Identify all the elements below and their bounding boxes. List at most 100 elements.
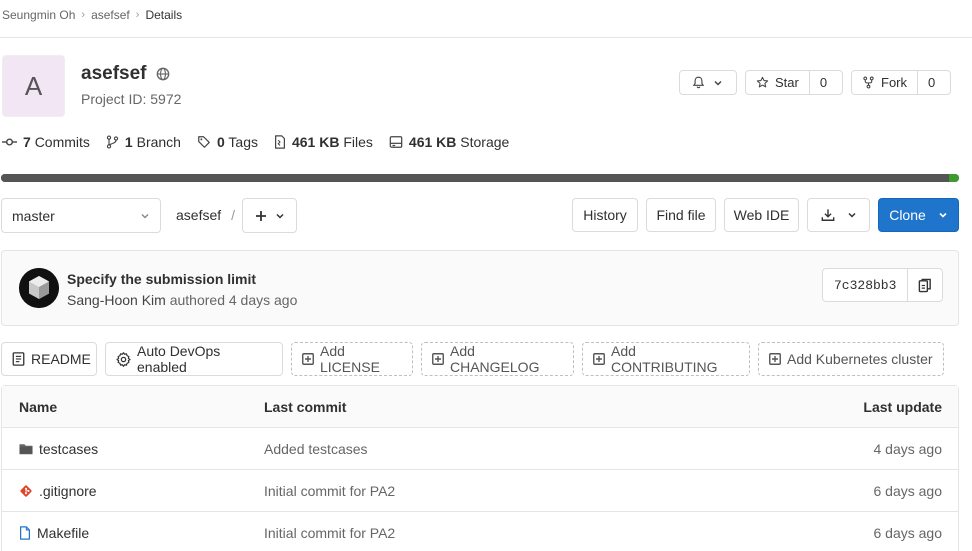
auto-devops-label: Auto DevOps enabled xyxy=(137,343,221,375)
branch-selector[interactable]: master xyxy=(1,198,161,233)
doc-icon xyxy=(12,352,25,366)
commit-author-link[interactable]: Sang-Hoon Kim xyxy=(67,292,166,308)
language-segment xyxy=(1,174,950,182)
branches-stat[interactable]: 1 Branch xyxy=(106,134,181,150)
project-avatar[interactable]: A xyxy=(2,55,65,117)
chevron-right-icon: › xyxy=(135,9,140,21)
copy-sha-button[interactable] xyxy=(907,269,942,301)
file-name-cell[interactable]: .gitignore xyxy=(19,470,97,512)
gear-icon xyxy=(116,351,131,367)
add-changelog-button[interactable]: Add CHANGELOG xyxy=(421,342,574,376)
tags-stat[interactable]: 0 Tags xyxy=(197,134,258,150)
copy-icon xyxy=(918,278,932,293)
chevron-right-icon: › xyxy=(81,9,86,21)
files-size: 461 KB xyxy=(291,134,340,150)
column-header-last-update: Last update xyxy=(863,399,942,415)
download-icon xyxy=(821,208,835,222)
commits-stat[interactable]: 7 Commits xyxy=(2,134,90,150)
fork-label: Fork xyxy=(881,75,907,90)
project-id: Project ID: 5972 xyxy=(81,91,182,107)
add-kubernetes-button[interactable]: Add Kubernetes cluster xyxy=(758,342,944,376)
star-button[interactable]: Star 0 xyxy=(745,70,843,95)
branch-icon xyxy=(106,135,119,149)
file-name[interactable]: Makefile xyxy=(37,525,89,541)
language-segment xyxy=(949,174,959,182)
commit-message-link[interactable]: Initial commit for PA2 xyxy=(264,512,395,551)
file-name[interactable]: .gitignore xyxy=(39,483,97,499)
add-to-tree-dropdown[interactable] xyxy=(242,198,297,233)
notification-dropdown[interactable] xyxy=(679,70,737,95)
star-icon xyxy=(756,76,769,89)
path-separator: / xyxy=(231,207,236,223)
fork-button[interactable]: Fork 0 xyxy=(851,70,951,95)
column-header-last-commit: Last commit xyxy=(264,399,347,415)
table-row[interactable]: testcases Added testcases 4 days ago xyxy=(2,428,958,470)
commit-title-link[interactable]: Specify the submission limit xyxy=(67,271,256,287)
commit-message-link[interactable]: Initial commit for PA2 xyxy=(264,470,395,512)
globe-icon xyxy=(156,67,170,81)
plus-square-icon xyxy=(593,353,605,365)
download-dropdown[interactable] xyxy=(807,198,870,232)
plus-icon xyxy=(255,210,267,222)
star-label: Star xyxy=(775,75,799,90)
breadcrumb-current[interactable]: Details xyxy=(145,8,182,22)
readme-button[interactable]: README xyxy=(1,342,97,376)
branches-label: Branch xyxy=(136,134,181,150)
storage-stat[interactable]: 461 KB Storage xyxy=(389,134,509,150)
auto-devops-button[interactable]: Auto DevOps enabled xyxy=(105,342,283,376)
commit-meta: Sang-Hoon Kim authored 4 days ago xyxy=(67,292,297,308)
last-update-time: 6 days ago xyxy=(873,525,943,541)
folder-icon xyxy=(19,443,33,455)
column-header-name: Name xyxy=(19,399,58,415)
repo-path: asefsef / xyxy=(176,207,235,223)
history-button[interactable]: History xyxy=(572,198,638,232)
bell-icon xyxy=(692,76,705,89)
readme-label: README xyxy=(31,351,91,367)
breadcrumb: Seungmin Oh › asefsef › Details xyxy=(2,8,182,22)
chevron-down-icon xyxy=(938,210,948,220)
table-row[interactable]: Makefile Initial commit for PA2 6 days a… xyxy=(2,512,958,551)
commit-sha-group: 7c328bb3 xyxy=(822,268,944,302)
file-name[interactable]: testcases xyxy=(39,441,98,457)
storage-size: 461 KB xyxy=(408,134,457,150)
project-title: asefsef xyxy=(81,63,170,85)
add-license-button[interactable]: Add LICENSE xyxy=(291,342,413,376)
project-name: asefsef xyxy=(81,63,147,84)
add-contributing-button[interactable]: Add CONTRIBUTING xyxy=(582,342,750,376)
commit-message-link[interactable]: Added testcases xyxy=(264,428,368,470)
add-changelog-label: Add CHANGELOG xyxy=(450,343,540,375)
find-file-button[interactable]: Find file xyxy=(646,198,716,232)
commit-author-avatar[interactable] xyxy=(19,268,59,308)
clone-label: Clone xyxy=(889,207,926,223)
last-update-time: 6 days ago xyxy=(873,483,943,499)
file-tree-table: Name Last commit Last update testcases A… xyxy=(1,385,959,551)
branches-count: 1 xyxy=(124,134,133,150)
chevron-down-icon xyxy=(140,211,150,221)
table-row[interactable]: .gitignore Initial commit for PA2 6 days… xyxy=(2,470,958,512)
last-commit-panel: Specify the submission limit Sang-Hoon K… xyxy=(1,250,959,326)
files-stat[interactable]: 461 KB Files xyxy=(274,134,373,150)
repository-languages-bar[interactable] xyxy=(1,174,959,182)
commits-count: 7 xyxy=(23,134,31,150)
clone-dropdown[interactable]: Clone xyxy=(878,198,959,232)
path-root-link[interactable]: asefsef xyxy=(176,207,221,223)
commit-sha[interactable]: 7c328bb3 xyxy=(823,269,907,301)
tag-icon xyxy=(197,135,211,149)
web-ide-button[interactable]: Web IDE xyxy=(724,198,799,232)
branch-name: master xyxy=(12,207,55,224)
commits-label: Commits xyxy=(34,134,90,150)
table-header: Name Last commit Last update xyxy=(2,386,958,428)
fork-count[interactable]: 0 xyxy=(917,71,945,94)
chevron-down-icon xyxy=(847,210,857,220)
fork-icon xyxy=(862,76,875,89)
star-count[interactable]: 0 xyxy=(808,71,837,94)
divider xyxy=(0,37,972,38)
breadcrumb-project-link[interactable]: asefsef xyxy=(91,8,130,22)
file-name-cell[interactable]: Makefile xyxy=(19,512,89,551)
file-icon xyxy=(19,526,31,540)
file-zip-icon xyxy=(274,135,286,149)
breadcrumb-owner-link[interactable]: Seungmin Oh xyxy=(2,8,75,22)
commit-time: authored 4 days ago xyxy=(169,292,298,308)
add-contributing-label: Add CONTRIBUTING xyxy=(611,343,718,375)
file-name-cell[interactable]: testcases xyxy=(19,428,98,470)
